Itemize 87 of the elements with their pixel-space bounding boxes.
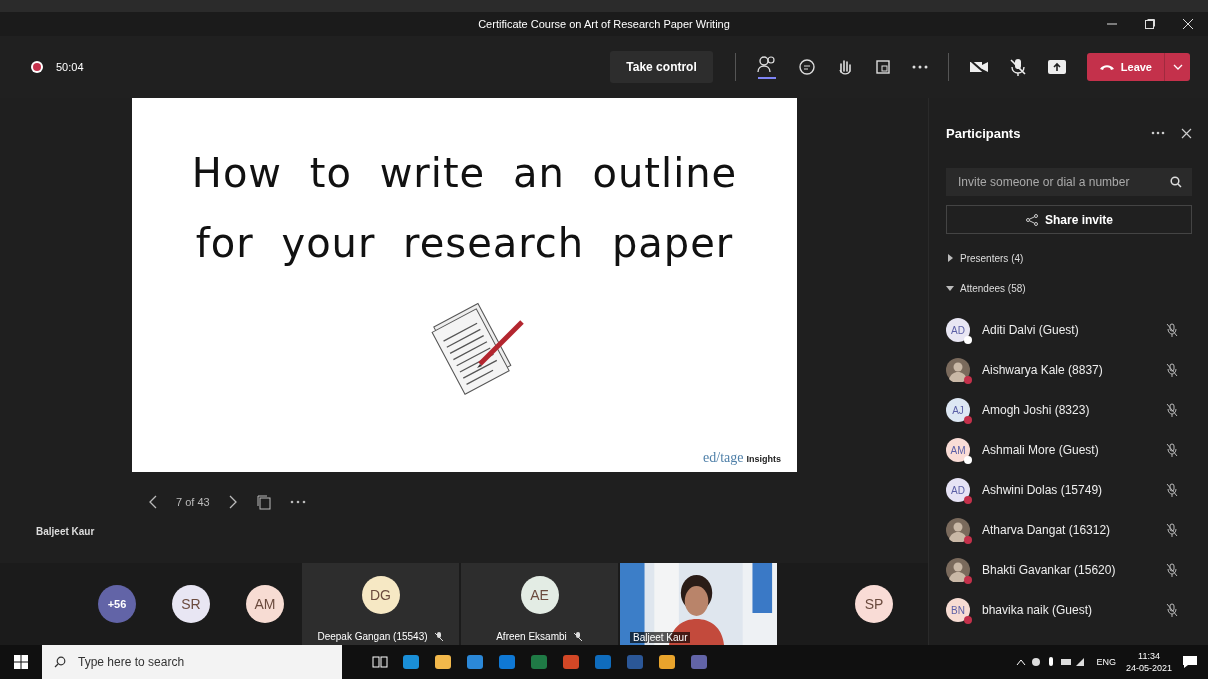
participant-name[interactable]: Aishwarya Kale (8837)	[982, 363, 1166, 377]
participant-name[interactable]: Atharva Dangat (16312)	[982, 523, 1166, 537]
slide-title: for your research paper	[195, 220, 734, 266]
language-indicator[interactable]: ENG	[1096, 657, 1116, 667]
search-icon[interactable]	[1170, 176, 1182, 188]
task-view-icon[interactable]	[372, 655, 388, 669]
notifications-icon[interactable]	[1182, 654, 1198, 670]
participant-name[interactable]: Ashmali More (Guest)	[982, 443, 1166, 457]
close-icon[interactable]	[1181, 127, 1192, 139]
camera-off-icon[interactable]	[968, 59, 989, 75]
avatar[interactable]: AM	[246, 585, 284, 623]
invite-search-box[interactable]: Invite someone or dial a number	[946, 168, 1192, 196]
leave-button[interactable]: Leave	[1086, 53, 1164, 81]
avatar[interactable]: +56	[98, 585, 136, 623]
expand-icon[interactable]	[946, 284, 954, 292]
participant-name: Afreen Eksambi	[496, 631, 567, 642]
clock-date[interactable]: 24-05-2021	[1125, 662, 1172, 674]
meeting-timer: 50:04	[56, 61, 84, 73]
pop-out-icon[interactable]	[255, 494, 272, 510]
avatar: AM	[946, 438, 970, 462]
page-counter: 7 of 43	[176, 496, 210, 508]
avatar[interactable]: SR	[172, 585, 210, 623]
more-icon[interactable]	[289, 499, 306, 505]
clock-time[interactable]: 11:34	[1138, 650, 1160, 662]
app-icon[interactable]	[434, 653, 452, 671]
window-title: Certificate Course on Art of Research Paper Writing	[478, 18, 730, 30]
group-header[interactable]: Attendees (58)	[946, 280, 1192, 296]
avatar: AD	[946, 478, 970, 502]
participant-name[interactable]: bhavika naik (Guest)	[982, 603, 1166, 617]
avatar-icon	[946, 518, 970, 542]
more-icon[interactable]	[911, 64, 928, 70]
slide-title: How to write an outline	[191, 150, 738, 196]
group-header[interactable]: Presenters (4)	[946, 250, 1192, 266]
next-icon[interactable]	[227, 495, 238, 509]
mic-off-icon[interactable]	[1166, 603, 1178, 617]
taskbar-search-field[interactable]: Type here to search	[76, 654, 342, 670]
invite-search-field[interactable]: Invite someone or dial a number	[956, 174, 1164, 190]
leave-options-button[interactable]	[1164, 53, 1190, 81]
avatar: AE	[520, 576, 559, 614]
chat-icon[interactable]	[797, 58, 816, 76]
app-icon[interactable]	[402, 653, 420, 671]
panel-title: Participants	[946, 125, 1021, 141]
close-icon[interactable]	[1182, 18, 1194, 30]
mic-off-icon[interactable]	[1166, 563, 1178, 577]
rooms-icon[interactable]	[873, 58, 892, 76]
share-icon[interactable]	[1046, 59, 1067, 75]
take-control-button[interactable]: Take control	[610, 51, 713, 83]
logo-text: ed/tage	[703, 450, 744, 466]
participant-name[interactable]: Ashwini Dolas (15749)	[982, 483, 1166, 497]
share-invite-button[interactable]: Share invite	[946, 205, 1192, 234]
mic-off-icon[interactable]	[1166, 403, 1178, 417]
avatar-icon	[946, 558, 970, 582]
avatar: BN	[946, 598, 970, 622]
windows-start-icon[interactable]	[14, 655, 28, 669]
more-icon[interactable]	[1151, 131, 1165, 135]
logo-subtitle: Insights	[746, 454, 781, 464]
participant-name: Deepak Gangan (15543)	[317, 631, 428, 642]
group-label: Presenters (4)	[960, 252, 1024, 264]
mic-off-icon[interactable]	[1008, 58, 1027, 76]
app-icon[interactable]	[658, 653, 676, 671]
search-icon	[54, 656, 66, 668]
phone-hangup-icon	[1098, 63, 1115, 71]
previous-icon[interactable]	[148, 495, 158, 509]
mic-off-icon[interactable]	[1166, 323, 1178, 337]
avatar-icon	[946, 358, 970, 382]
participants-icon[interactable]	[755, 54, 778, 80]
group-label: Attendees (58)	[960, 282, 1026, 294]
tray-icons-drawing[interactable]	[1016, 656, 1087, 668]
participant-name[interactable]: Amogh Joshi (8323)	[982, 403, 1166, 417]
avatar: AD	[946, 318, 970, 342]
participant-name[interactable]: Aditi Dalvi (Guest)	[982, 323, 1166, 337]
mic-off-icon[interactable]	[1166, 363, 1178, 377]
presenter-name: Baljeet Kaur	[36, 526, 95, 537]
avatar[interactable]: SP	[855, 585, 893, 623]
avatar: AJ	[946, 398, 970, 422]
share-icon	[1025, 213, 1039, 226]
maximize-icon[interactable]	[1144, 18, 1156, 30]
avatar: DG	[361, 576, 400, 614]
app-icon[interactable]	[466, 653, 484, 671]
mic-off-icon[interactable]	[1166, 483, 1178, 497]
participant-name[interactable]: Bhakti Gavankar (15620)	[982, 563, 1166, 577]
taskbar-search-box[interactable]: Type here to search	[42, 645, 342, 679]
participant-name: Baljeet Kaur	[630, 632, 691, 643]
mic-off-icon[interactable]	[1166, 523, 1178, 537]
mic-off-icon[interactable]	[1166, 443, 1178, 457]
expand-icon[interactable]	[946, 254, 954, 262]
caret-icon	[1172, 64, 1183, 70]
